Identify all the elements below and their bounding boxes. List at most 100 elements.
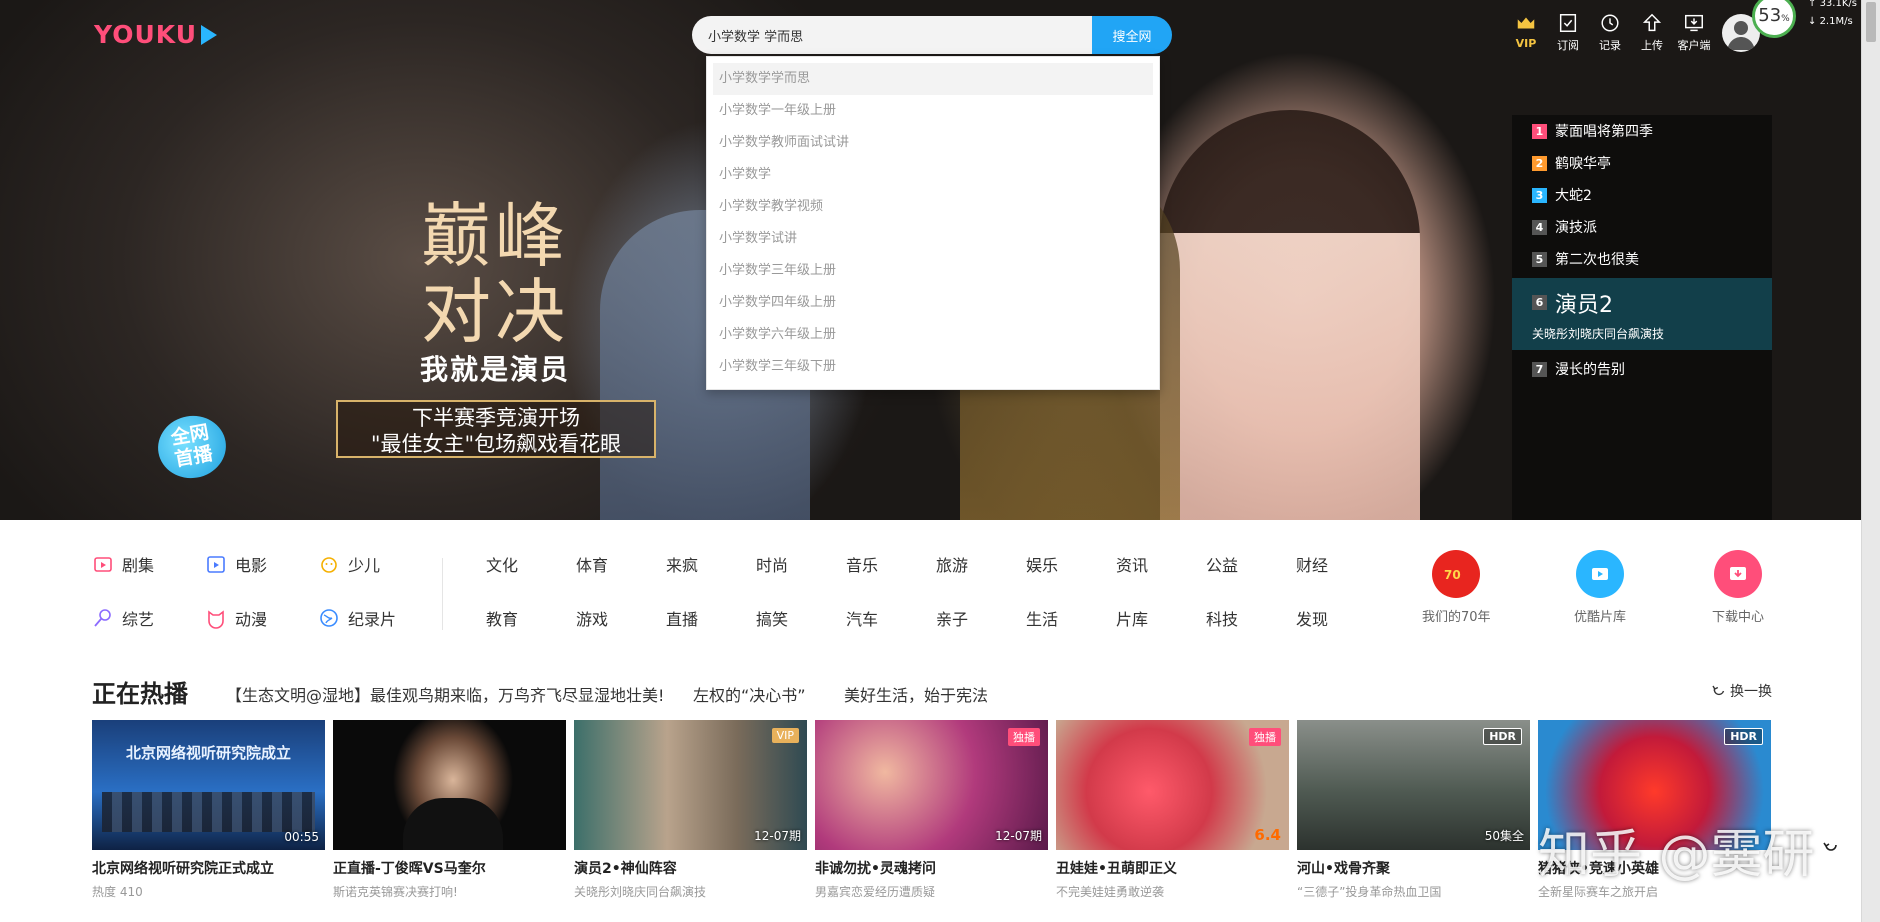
premiere-badge: 全网 首播 [153, 410, 231, 484]
suggestion-item[interactable]: 小学数学学而思 [713, 63, 1153, 95]
quick-library[interactable]: 优酷片库 [1574, 550, 1626, 625]
search-bar: 搜全网 [692, 16, 1172, 54]
search-button[interactable]: 搜全网 [1092, 16, 1172, 54]
rank-item[interactable]: 3 大蛇2 [1512, 179, 1772, 211]
subscribe-button[interactable]: 订阅 [1554, 12, 1582, 53]
tag-music[interactable]: 音乐 [846, 552, 878, 576]
refresh-button[interactable]: 换一换 [1712, 681, 1772, 701]
header-actions: VIP 订阅 记录 上传 客户端 [1512, 12, 1711, 53]
suggestion-item[interactable]: 小学数学一年级上册 [707, 95, 1159, 127]
scroll-top-button[interactable] [1818, 832, 1844, 858]
page-scrollbar[interactable] [1861, 0, 1880, 922]
tag-life[interactable]: 生活 [1026, 606, 1058, 630]
video-card[interactable]: HDR 50集全 河山•戏骨齐聚 “三德子”投身革命热血卫国 [1297, 720, 1530, 900]
seventy-years-icon: 70 [1432, 550, 1481, 598]
category-movie[interactable]: 电影 [205, 552, 267, 576]
suggestion-item[interactable]: 小学数学教师面试试讲 [707, 127, 1159, 159]
scrollbar-thumb[interactable] [1866, 2, 1876, 42]
history-button[interactable]: 记录 [1596, 12, 1624, 53]
hot-link[interactable]: 左权的“决心书” [693, 682, 806, 706]
category-anime[interactable]: 动漫 [205, 606, 267, 630]
video-thumbnail: 独播 6.4 [1056, 720, 1289, 850]
tag-entertainment[interactable]: 娱乐 [1026, 552, 1058, 576]
tv-series-icon [94, 557, 112, 572]
tag-auto[interactable]: 汽车 [846, 606, 878, 630]
client-button[interactable]: 客户端 [1678, 12, 1711, 53]
history-icon [1601, 14, 1619, 32]
tag-culture[interactable]: 文化 [486, 552, 518, 576]
rank-item[interactable]: 5 第二次也很美 [1512, 243, 1772, 275]
tag-fashion[interactable]: 时尚 [756, 552, 788, 576]
category-tv-series[interactable]: 剧集 [92, 552, 154, 576]
documentary-icon [320, 609, 338, 627]
tag-discover[interactable]: 发现 [1296, 606, 1328, 630]
suggestion-item[interactable]: 小学数学教学视频 [707, 191, 1159, 223]
video-thumbnail [333, 720, 566, 850]
svg-text:70: 70 [1444, 568, 1461, 582]
hot-link[interactable]: 【生态文明@湿地】最佳观鸟期来临，万鸟齐飞尽显湿地壮美! [226, 682, 664, 706]
suggestion-item[interactable]: 小学数学三年级上册 [707, 255, 1159, 287]
video-card[interactable]: 独播 6.4 丑娃娃•丑萌即正义 不完美娃娃勇敢逆袭 [1056, 720, 1289, 900]
video-card[interactable]: VIP 12-07期 演员2•神仙阵容 关晓彤刘晓庆同台飙演技 [574, 720, 807, 900]
tag-sports[interactable]: 体育 [576, 552, 608, 576]
suggestion-item[interactable]: 小学数学试讲 [707, 223, 1159, 255]
upload-button[interactable]: 上传 [1638, 12, 1666, 53]
banner-ribbon: 下半赛季竞演开场 "最佳女主"包场飙戏看花眼 [336, 400, 656, 458]
subscribe-icon [1559, 14, 1577, 32]
download-speed: ↓ 2.1M/s [1808, 16, 1853, 27]
suggestion-item[interactable]: 小学数学六年级上册 [707, 319, 1159, 351]
category-kids[interactable]: 少儿 [318, 552, 380, 576]
tag-education[interactable]: 教育 [486, 606, 518, 630]
rank-item[interactable]: 7 漫长的告别 [1512, 353, 1772, 385]
rank-item[interactable]: 2 鹤唳华亭 [1512, 147, 1772, 179]
video-thumbnail: 北京网络视听研究院成立 00:55 [92, 720, 325, 850]
download-icon [1714, 550, 1762, 598]
tag-finance[interactable]: 财经 [1296, 552, 1328, 576]
quick-download-center[interactable]: 下载中心 [1712, 550, 1764, 625]
tag-travel[interactable]: 旅游 [936, 552, 968, 576]
video-card[interactable]: 正直播-丁俊晖VS马奎尔 斯诺克英锦赛决赛打响! [333, 720, 566, 900]
upload-speed: ↑ 33.1K/s [1808, 0, 1857, 9]
hot-link[interactable]: 美好生活，始于宪法 [844, 682, 988, 706]
logo-play-icon [201, 24, 217, 45]
network-percent: 53% [1752, 0, 1796, 38]
tag-parenting[interactable]: 亲子 [936, 606, 968, 630]
video-card[interactable]: 独播 12-07期 非诚勿扰•灵魂拷问 男嘉宾恋爱经历遭质疑 [815, 720, 1048, 900]
search-input[interactable] [692, 16, 1092, 54]
search-suggestions: 小学数学学而思 小学数学一年级上册 小学数学教师面试试讲 小学数学 小学数学教学… [706, 56, 1160, 390]
suggestion-item[interactable]: 小学数学三年级下册 [707, 351, 1159, 383]
client-icon [1685, 14, 1703, 32]
upload-icon [1642, 13, 1662, 32]
video-thumbnail: VIP 12-07期 [574, 720, 807, 850]
movie-icon [207, 556, 225, 573]
suggestion-item[interactable]: 小学数学 [707, 159, 1159, 191]
tag-comedy[interactable]: 搞笑 [756, 606, 788, 630]
youku-logo[interactable]: YOU KU [94, 20, 217, 49]
section-title: 正在热播 [92, 680, 188, 708]
video-thumbnail: HDR 50集全 [1297, 720, 1530, 850]
nav-separator [442, 558, 443, 630]
suggestion-item[interactable]: 小学数学四年级上册 [707, 287, 1159, 319]
quick-seventy-years[interactable]: 70 我们的70年 [1422, 550, 1491, 625]
zhihu-watermark: 知乎 @霙研 [1538, 825, 1815, 885]
tag-tech[interactable]: 科技 [1206, 606, 1238, 630]
video-thumbnail: 独播 12-07期 [815, 720, 1048, 850]
anime-icon [208, 610, 224, 629]
tag-charity[interactable]: 公益 [1206, 552, 1238, 576]
vip-button[interactable]: VIP [1512, 12, 1540, 53]
crown-icon [1517, 17, 1535, 29]
rank-item[interactable]: 1 蒙面唱将第四季 [1512, 115, 1772, 147]
tag-games[interactable]: 游戏 [576, 606, 608, 630]
category-documentary[interactable]: 纪录片 [318, 606, 396, 630]
tag-library[interactable]: 片库 [1116, 606, 1148, 630]
tag-live[interactable]: 直播 [666, 606, 698, 630]
rank-item[interactable]: 4 演技派 [1512, 211, 1772, 243]
rank-item-active[interactable]: 6 演员2 关晓彤刘晓庆同台飙演技 [1512, 278, 1772, 350]
tag-news[interactable]: 资讯 [1116, 552, 1148, 576]
video-card-list: 北京网络视听研究院成立 00:55 北京网络视听研究院正式成立 热度 410 正… [92, 720, 1771, 900]
video-card[interactable]: 北京网络视听研究院成立 00:55 北京网络视听研究院正式成立 热度 410 [92, 720, 325, 900]
category-variety[interactable]: 综艺 [92, 606, 154, 630]
tag-laifeng[interactable]: 来疯 [666, 552, 698, 576]
variety-icon [94, 609, 111, 627]
refresh-icon [1712, 685, 1725, 696]
